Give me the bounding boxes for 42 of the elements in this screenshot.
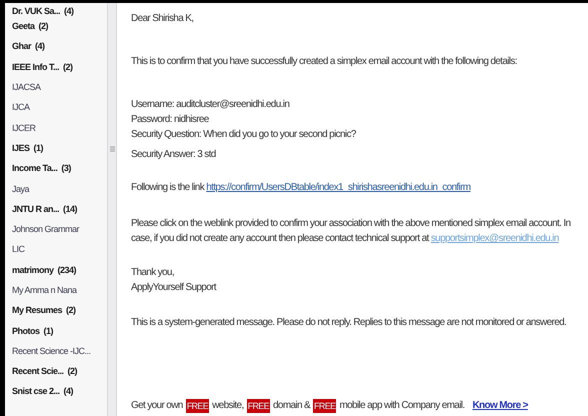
know-more-link[interactable]: Know More > bbox=[472, 399, 528, 413]
free-badge: FREE bbox=[186, 399, 210, 413]
folder-item[interactable]: Photos (1) bbox=[12, 320, 107, 341]
detail-line: Security Question: When did you go to your second picnic? bbox=[131, 128, 357, 142]
folder-item[interactable]: JNTU R an... (14) bbox=[12, 198, 107, 219]
greeting: Dear Shirisha K, bbox=[131, 12, 194, 26]
detail-line: Security Answer: 3 std bbox=[131, 148, 217, 162]
detail-line: Password: nidhisree bbox=[131, 113, 210, 127]
free-badge: FREE bbox=[313, 399, 336, 413]
notice-text: This is a system-generated message. Please do not reply. Replies to this message are not monitored or answered. bbox=[131, 316, 568, 330]
folder-item[interactable]: Jaya bbox=[12, 178, 107, 199]
folder-item[interactable]: Geeta (2) bbox=[12, 16, 107, 36]
folder-item[interactable]: LIC bbox=[12, 239, 107, 260]
folder-item[interactable]: Snist cse 2... (4) bbox=[12, 381, 107, 402]
instructions-text: Please click on the weblink provided to confirm your association with the above mentioned simplex email account. In case, if you did not create any account then please contact technical support at supportsimplex@sreenidhi.edu.in bbox=[131, 217, 572, 246]
folder-item[interactable]: IJCER bbox=[12, 117, 107, 138]
folder-item[interactable]: IJACSA bbox=[12, 76, 107, 98]
folder-item[interactable]: IEEE Info T... (2) bbox=[12, 56, 107, 77]
folder-item[interactable]: Johnson Grammar bbox=[12, 218, 107, 240]
folder-item[interactable]: My Amma n Nana bbox=[12, 280, 107, 300]
detail-line: Username: auditcluster@sreenidhi.edu.in bbox=[131, 98, 290, 112]
folder-item[interactable]: Income Ta... (3) bbox=[12, 158, 107, 178]
folder-item[interactable]: Recent Science -IJC... bbox=[12, 340, 107, 362]
folder-item[interactable]: Ghar (4) bbox=[12, 36, 107, 57]
confirm-link[interactable]: https://confirm/UsersDBtable/index1_shirishasreenidhi.edu.in_confirm bbox=[206, 182, 470, 193]
folder-item[interactable]: Recent Scie... (2) bbox=[12, 361, 107, 382]
free-badge: FREE bbox=[246, 399, 270, 413]
promo-text: Get your own bbox=[131, 399, 183, 413]
link-line: Following is the link https://confirm/UsersDBtable/index1_shirishasreenidhi.edu.in_confirm bbox=[131, 181, 472, 195]
closing-line: ApplyYourself Support bbox=[131, 281, 218, 295]
folder-item[interactable]: IJES (1) bbox=[12, 138, 107, 158]
folder-item[interactable]: IJCA bbox=[12, 97, 107, 118]
folder-item[interactable]: My Resumes (2) bbox=[12, 300, 107, 320]
folder-item[interactable]: Dr. VUK Sa... (4) bbox=[12, 3, 107, 16]
promo-text: domain & bbox=[273, 399, 310, 413]
intro-text: This is to confirm that you have successfully created a simplex email account with the following details: bbox=[131, 55, 518, 69]
grip-icon bbox=[110, 146, 114, 152]
promo-text: website, bbox=[212, 399, 244, 413]
closing-line: Thank you, bbox=[131, 266, 175, 280]
folder-item[interactable]: matrimony (234) bbox=[12, 260, 107, 280]
scrollbar[interactable] bbox=[107, 3, 117, 416]
promo-text: mobile app with Company email. bbox=[339, 399, 464, 413]
